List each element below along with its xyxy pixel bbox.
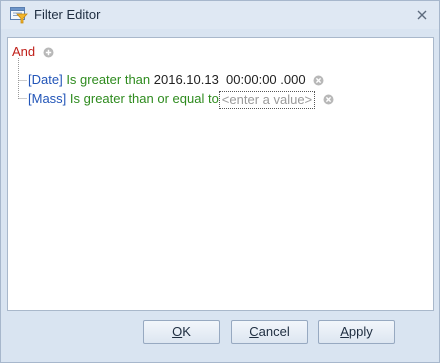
apply-button[interactable]: Apply xyxy=(318,320,395,344)
condition-value[interactable]: 2016.10.13 00:00:00 .000 xyxy=(154,72,306,87)
group-operator[interactable]: And xyxy=(12,44,35,59)
ok-hotkey: O xyxy=(172,324,183,339)
filter-editor-window: Filter Editor And [Date] Is greater than… xyxy=(0,0,440,363)
cancel-hotkey: C xyxy=(249,324,259,339)
window-title: Filter Editor xyxy=(34,7,101,22)
condition-row: [Mass] Is greater than or equal to <enter… xyxy=(28,90,334,109)
condition-operator[interactable]: Is greater than xyxy=(66,72,150,87)
cancel-button[interactable]: Cancel xyxy=(231,320,308,344)
apply-hotkey: A xyxy=(340,324,349,339)
cancel-label: ancel xyxy=(258,324,290,339)
condition-operator[interactable]: Is greater than or equal to xyxy=(70,91,219,106)
ok-button[interactable]: OK xyxy=(143,320,220,344)
filter-tree-panel: And [Date] Is greater than 2016.10.13 00… xyxy=(7,37,434,311)
remove-condition-icon[interactable] xyxy=(313,75,324,86)
condition-field[interactable]: [Mass] xyxy=(28,91,66,106)
filter-editor-icon xyxy=(10,7,28,24)
close-icon[interactable] xyxy=(415,8,429,22)
remove-condition-icon[interactable] xyxy=(323,94,334,105)
add-condition-icon[interactable] xyxy=(43,47,54,58)
condition-row: [Date] Is greater than 2016.10.13 00:00:… xyxy=(28,71,324,89)
condition-field[interactable]: [Date] xyxy=(28,72,63,87)
ok-label: K xyxy=(182,324,191,339)
group-row: And xyxy=(12,43,54,61)
apply-label: pply xyxy=(348,324,373,339)
title-bar: Filter Editor xyxy=(1,1,439,29)
value-input[interactable]: <enter a value> xyxy=(218,90,316,109)
